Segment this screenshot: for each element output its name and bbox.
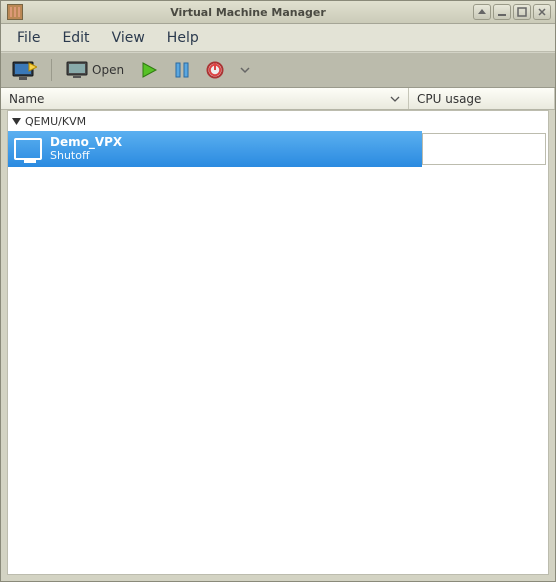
menu-help[interactable]: Help bbox=[157, 26, 209, 50]
menu-file[interactable]: File bbox=[7, 26, 50, 50]
pause-icon bbox=[174, 61, 190, 79]
vm-cpu-cell bbox=[422, 133, 546, 165]
app-icon bbox=[7, 4, 23, 20]
toolbar-separator bbox=[51, 59, 52, 81]
monitor-icon bbox=[66, 61, 88, 79]
vm-row-main[interactable]: Demo_VPX Shutoff bbox=[8, 131, 422, 167]
window-controls bbox=[473, 4, 551, 20]
close-icon bbox=[537, 7, 547, 17]
vm-tree[interactable]: QEMU/KVM Demo_VPX Shutoff bbox=[7, 110, 549, 575]
new-vm-button[interactable] bbox=[7, 57, 41, 83]
chevron-down-icon bbox=[240, 65, 250, 75]
minimize-button[interactable] bbox=[493, 4, 511, 20]
power-icon bbox=[206, 61, 224, 79]
column-cpu-label: CPU usage bbox=[417, 92, 481, 106]
column-name-label: Name bbox=[9, 92, 44, 106]
window-title: Virtual Machine Manager bbox=[23, 6, 473, 19]
close-button[interactable] bbox=[533, 4, 551, 20]
arrow-up-icon bbox=[477, 7, 487, 17]
open-console-button[interactable]: Open bbox=[62, 59, 128, 81]
shutdown-menu-button[interactable] bbox=[236, 63, 254, 77]
triangle-down-icon bbox=[12, 117, 21, 126]
minimize-icon bbox=[497, 7, 507, 17]
new-vm-icon bbox=[11, 59, 37, 81]
vm-name: Demo_VPX bbox=[50, 136, 122, 150]
titlebar: Virtual Machine Manager bbox=[1, 1, 555, 24]
maximize-button[interactable] bbox=[513, 4, 531, 20]
menubar: File Edit View Help bbox=[1, 24, 555, 52]
run-button[interactable] bbox=[136, 59, 162, 81]
sort-indicator bbox=[390, 94, 400, 104]
play-icon bbox=[140, 61, 158, 79]
shade-button[interactable] bbox=[473, 4, 491, 20]
vm-text: Demo_VPX Shutoff bbox=[50, 136, 122, 162]
maximize-icon bbox=[517, 7, 527, 17]
menu-edit[interactable]: Edit bbox=[52, 26, 99, 50]
shutdown-button[interactable] bbox=[202, 59, 228, 81]
open-label: Open bbox=[92, 63, 124, 77]
toolbar: Open bbox=[1, 52, 555, 88]
vm-row[interactable]: Demo_VPX Shutoff bbox=[8, 131, 548, 167]
column-cpu[interactable]: CPU usage bbox=[409, 88, 555, 109]
vm-monitor-icon bbox=[14, 138, 42, 160]
column-headers: Name CPU usage bbox=[1, 88, 555, 110]
chevron-down-icon bbox=[390, 94, 400, 104]
disclosure-triangle[interactable] bbox=[12, 117, 21, 126]
menu-view[interactable]: View bbox=[102, 26, 155, 50]
column-name[interactable]: Name bbox=[1, 88, 409, 109]
connection-row[interactable]: QEMU/KVM bbox=[8, 111, 548, 131]
pause-button[interactable] bbox=[170, 59, 194, 81]
vm-state: Shutoff bbox=[50, 150, 122, 163]
connection-label: QEMU/KVM bbox=[25, 115, 86, 128]
